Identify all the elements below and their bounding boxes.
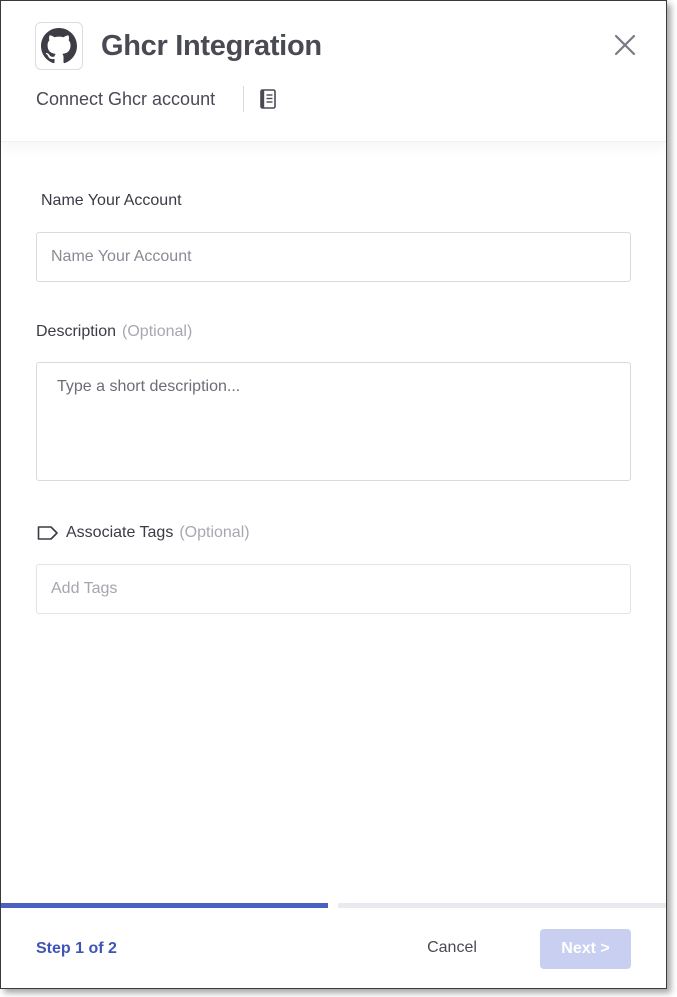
close-icon[interactable] <box>611 31 639 59</box>
description-optional: (Optional) <box>122 323 193 340</box>
integration-logo <box>35 22 83 70</box>
dialog-subtitle: Connect Ghcr account <box>36 89 216 109</box>
dialog-header: Ghcr Integration Connect Ghcr account <box>1 1 666 142</box>
header-divider <box>243 86 244 112</box>
step-indicator: Step 1 of 2 <box>36 940 117 957</box>
description-label-text: Description <box>36 323 117 340</box>
next-button[interactable]: Next > <box>540 929 631 969</box>
github-icon <box>41 28 77 64</box>
description-textarea[interactable] <box>36 362 631 481</box>
tags-optional: (Optional) <box>179 524 250 541</box>
account-name-input[interactable] <box>36 232 631 282</box>
dialog-title: Ghcr Integration <box>101 30 322 62</box>
account-name-label: Name Your Account <box>41 192 182 209</box>
docs-link[interactable] <box>259 89 277 109</box>
cancel-button[interactable]: Cancel <box>413 930 491 966</box>
tags-label-text: Associate Tags <box>66 524 174 541</box>
description-label: Description (Optional) <box>36 323 192 341</box>
tags-input[interactable] <box>36 564 631 614</box>
close-button[interactable] <box>611 31 639 59</box>
document-icon[interactable] <box>259 89 277 109</box>
tags-label: Associate Tags (Optional) <box>66 524 250 542</box>
integration-dialog: Ghcr Integration Connect Ghcr account Na… <box>0 0 667 989</box>
tag-icon <box>37 526 58 540</box>
dialog-footer: Step 1 of 2 Cancel Next > <box>1 908 666 988</box>
